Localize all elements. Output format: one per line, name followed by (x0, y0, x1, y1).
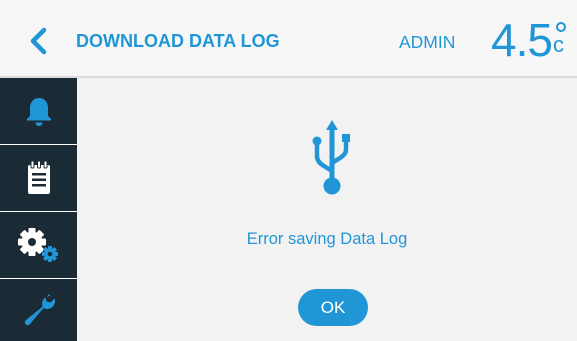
temperature-value: 4.5 (491, 14, 553, 66)
sidebar-item-alarms[interactable] (0, 78, 77, 144)
chevron-left-icon (30, 27, 47, 55)
ok-button[interactable]: OK (298, 289, 368, 326)
notepad-icon (27, 160, 50, 194)
back-button[interactable] (24, 26, 52, 56)
error-message: Error saving Data Log (246, 230, 408, 248)
sidebar-item-notes[interactable] (0, 145, 77, 211)
temperature-unit: c (553, 32, 564, 57)
page-title: DOWNLOAD DATA LOG (76, 31, 280, 51)
bell-icon (26, 98, 51, 126)
usb-icon (312, 120, 350, 195)
user-role-label: ADMIN (399, 32, 456, 52)
settings-gears-icon (17, 228, 58, 262)
sidebar-item-service[interactable] (0, 279, 77, 341)
dialog-panel: Error saving Data Log OK (77, 78, 577, 341)
wrench-icon (24, 294, 55, 326)
sidebar-item-settings[interactable] (0, 212, 77, 278)
header-bar: DOWNLOAD DATA LOG ADMIN 4.5 c (0, 0, 577, 78)
sidebar (0, 78, 77, 341)
